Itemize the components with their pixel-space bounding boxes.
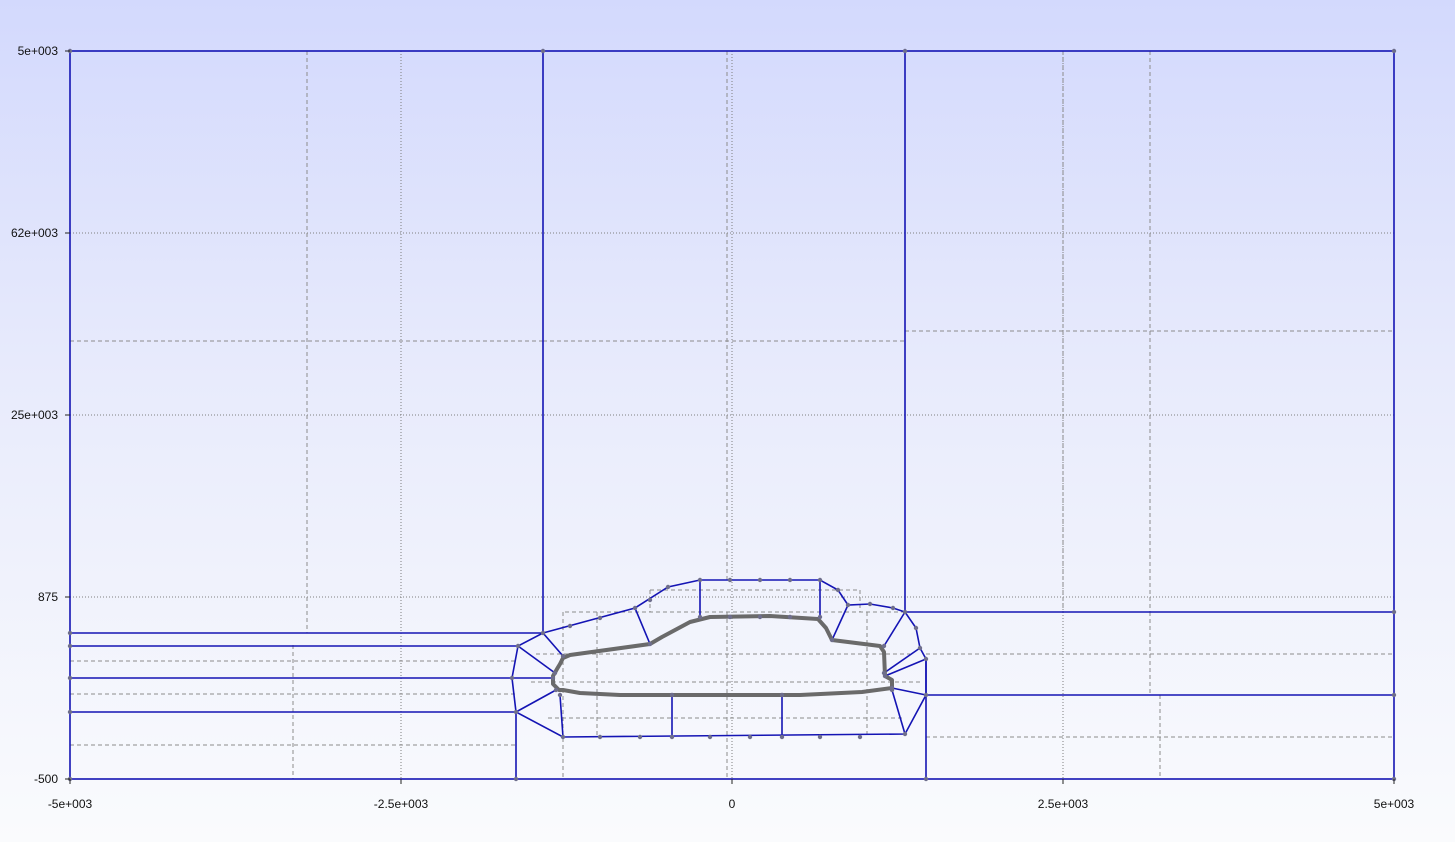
vertex-icon[interactable] [817, 577, 823, 583]
vertex-icon[interactable] [560, 734, 566, 740]
vertex-icon[interactable] [867, 601, 873, 607]
vertex-icon[interactable] [567, 623, 573, 629]
vertex-icon[interactable] [913, 625, 919, 631]
vertex-icon[interactable] [902, 48, 908, 54]
vertex-icon[interactable] [560, 653, 566, 659]
vertex-icon[interactable] [923, 656, 929, 662]
x-tick-label: -2.5e+003 [374, 797, 429, 811]
vertex-icon[interactable] [757, 614, 763, 620]
vertex-icon[interactable] [647, 597, 653, 603]
vertex-icon[interactable] [890, 605, 896, 611]
vertex-icon[interactable] [787, 577, 793, 583]
vertex-icon[interactable] [632, 605, 638, 611]
vertex-icon[interactable] [757, 577, 763, 583]
vertex-icon[interactable] [923, 692, 929, 698]
y-tick-label: 62e+003 [11, 226, 58, 240]
vertex-icon[interactable] [902, 731, 908, 737]
vertex-icon[interactable] [787, 614, 793, 620]
vertex-icon[interactable] [889, 687, 895, 693]
vertex-icon[interactable] [857, 734, 863, 740]
vertex-icon[interactable] [540, 48, 546, 54]
vertex-icon[interactable] [1391, 609, 1397, 615]
vertex-icon[interactable] [513, 776, 519, 782]
vertex-icon[interactable] [923, 776, 929, 782]
vertex-icon[interactable] [881, 643, 887, 649]
x-tick-label: 0 [729, 797, 736, 811]
vertex-icon[interactable] [845, 602, 851, 608]
vertex-icon[interactable] [509, 675, 515, 681]
y-tick-label: 25e+003 [11, 408, 58, 422]
y-tick-label: 5e+003 [18, 44, 59, 58]
vertex-icon[interactable] [1391, 48, 1397, 54]
vertex-icon[interactable] [540, 630, 546, 636]
vertex-icon[interactable] [550, 675, 556, 681]
vertex-icon[interactable] [637, 734, 643, 740]
vertex-icon[interactable] [1391, 692, 1397, 698]
vertex-icon[interactable] [597, 615, 603, 621]
vertex-icon[interactable] [557, 692, 563, 698]
vertex-icon[interactable] [665, 584, 671, 590]
vertex-icon[interactable] [513, 709, 519, 715]
vertex-icon[interactable] [647, 641, 653, 647]
vertex-icon[interactable] [779, 734, 785, 740]
vertex-icon[interactable] [597, 734, 603, 740]
vertex-icon[interactable] [669, 692, 675, 698]
vertex-icon[interactable] [67, 643, 73, 649]
grid-lines [70, 51, 1394, 779]
x-tick-label: 2.5e+003 [1038, 797, 1089, 811]
vertex-icon[interactable] [829, 637, 835, 643]
vertex-icon[interactable] [67, 709, 73, 715]
car-geometry [551, 614, 894, 697]
vertex-icon[interactable] [835, 587, 841, 593]
vertex-icon[interactable] [882, 673, 888, 679]
x-tick-label: -5e+003 [48, 797, 93, 811]
vertex-icon[interactable] [917, 645, 923, 651]
vertex-icon[interactable] [727, 614, 733, 620]
mesh-viewport[interactable]: -5e+003 -2.5e+003 0 2.5e+003 5e+003 -500… [0, 0, 1455, 842]
y-tick-label: 875 [38, 590, 58, 604]
axis-ticks [65, 50, 1395, 784]
vertex-icon[interactable] [697, 614, 703, 620]
vertex-icon[interactable] [747, 734, 753, 740]
x-axis-labels: -5e+003 -2.5e+003 0 2.5e+003 5e+003 [48, 797, 1415, 811]
vertex-icon[interactable] [669, 734, 675, 740]
y-tick-label: -500 [34, 772, 58, 786]
vertex-icon[interactable] [779, 692, 785, 698]
vertex-icon[interactable] [697, 577, 703, 583]
vertex-icon[interactable] [707, 734, 713, 740]
vertex-icon[interactable] [902, 609, 908, 615]
vertex-icon[interactable] [817, 614, 823, 620]
x-tick-label: 5e+003 [1374, 797, 1415, 811]
vertex-icon[interactable] [553, 687, 559, 693]
vertex-icon[interactable] [727, 577, 733, 583]
vertex-icon[interactable] [515, 643, 521, 649]
vertex-icon[interactable] [67, 675, 73, 681]
vertex-icon[interactable] [817, 734, 823, 740]
y-axis-labels: -500 875 25e+003 62e+003 5e+003 [11, 44, 58, 786]
vertex-icon[interactable] [552, 670, 558, 676]
vertex-icon[interactable] [67, 630, 73, 636]
